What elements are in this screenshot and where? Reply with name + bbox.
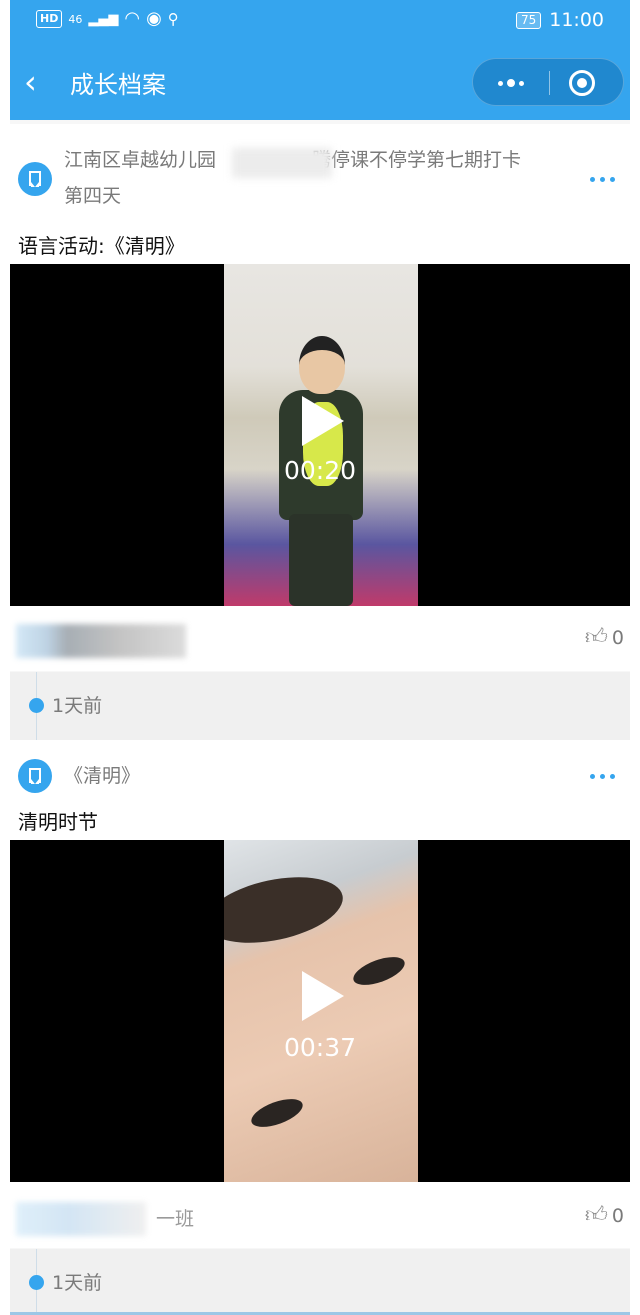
chevron-left-icon[interactable]: ‹ [24, 64, 37, 100]
video-duration: 00:20 [283, 456, 357, 485]
more-dots-icon[interactable] [473, 59, 549, 107]
video-player[interactable]: 00:37 [10, 840, 630, 1182]
like-count: 0 [611, 627, 624, 649]
play-icon[interactable] [302, 971, 344, 1021]
top-bar: HD 46 ▂▄▆ ◠ ◉ ⚲ 75 11:00 ‹ 成长档案 [10, 0, 630, 120]
signal-icon: ▂▄▆ [88, 11, 119, 27]
video-duration: 00:37 [283, 1033, 357, 1062]
source-suffix: 腾停课不停学第七期打卡 [312, 149, 522, 171]
author-row: 一班 👍︎ 0 [10, 1188, 630, 1250]
page-title: 成长档案 [70, 71, 166, 99]
status-bar: HD 46 ▂▄▆ ◠ ◉ ⚲ 75 11:00 [10, 0, 630, 44]
status-right: 75 11:00 [515, 9, 604, 31]
timeline-row: 1天前 [10, 1249, 630, 1315]
post-caption: 清明时节 [18, 810, 98, 834]
author-row: 👍︎ 0 [10, 610, 630, 672]
like-button[interactable]: 👍︎ 0 [585, 1204, 624, 1228]
play-overlay: 00:20 [10, 264, 630, 606]
post-card: 《清明》 清明时节 00:37 一班 👍︎ 0 [10, 740, 630, 1248]
battery-icon: 75 [515, 11, 542, 29]
time-ago: 1天前 [52, 695, 103, 717]
source-prefix: 江南区卓越幼儿园 [64, 149, 217, 171]
hd-badge: HD [36, 10, 63, 28]
nav-bar: ‹ 成长档案 [10, 52, 630, 116]
play-overlay: 00:37 [10, 840, 630, 1182]
wifi-icon: ◠ [124, 8, 141, 29]
post-source[interactable]: 《清明》 [64, 758, 140, 794]
network-label: 46 [68, 12, 83, 26]
thumbs-up-icon: 👍︎ [584, 625, 608, 650]
app-frame: HD 46 ▂▄▆ ◠ ◉ ⚲ 75 11:00 ‹ 成长档案 江南区卓越幼儿园… [10, 0, 630, 1315]
more-options-icon[interactable] [590, 169, 620, 189]
clock: 11:00 [549, 9, 604, 31]
bookmark-icon [18, 759, 52, 793]
post-card: 江南区卓越幼儿园 腾停课不停学第七期打卡 第四天 语言活动:《清明》 00:20 [10, 124, 630, 671]
browser-icon: ◉ [146, 8, 162, 29]
timeline-dot [29, 1275, 44, 1290]
time-ago: 1天前 [52, 1272, 103, 1294]
location-icon: ⚲ [167, 10, 179, 28]
more-options-icon[interactable] [590, 766, 620, 786]
mini-program-capsule [472, 58, 624, 106]
capsule-divider [549, 71, 550, 95]
play-icon[interactable] [302, 396, 344, 446]
like-count: 0 [611, 1205, 624, 1227]
status-left: HD 46 ▂▄▆ ◠ ◉ ⚲ [36, 10, 179, 28]
target-close-icon[interactable] [569, 70, 595, 96]
redacted-blur [232, 148, 332, 178]
bookmark-icon [18, 162, 52, 196]
source-line2: 第四天 [64, 185, 122, 207]
timeline-dot [29, 698, 44, 713]
redacted-author [16, 624, 186, 658]
thumbs-up-icon: 👍︎ [584, 1203, 608, 1228]
author-name: 一班 [156, 1208, 195, 1230]
post-caption: 语言活动:《清明》 [18, 234, 185, 258]
like-button[interactable]: 👍︎ 0 [585, 626, 624, 650]
redacted-author [16, 1202, 146, 1236]
timeline-row: 1天前 [10, 672, 630, 740]
video-player[interactable]: 00:20 [10, 264, 630, 606]
